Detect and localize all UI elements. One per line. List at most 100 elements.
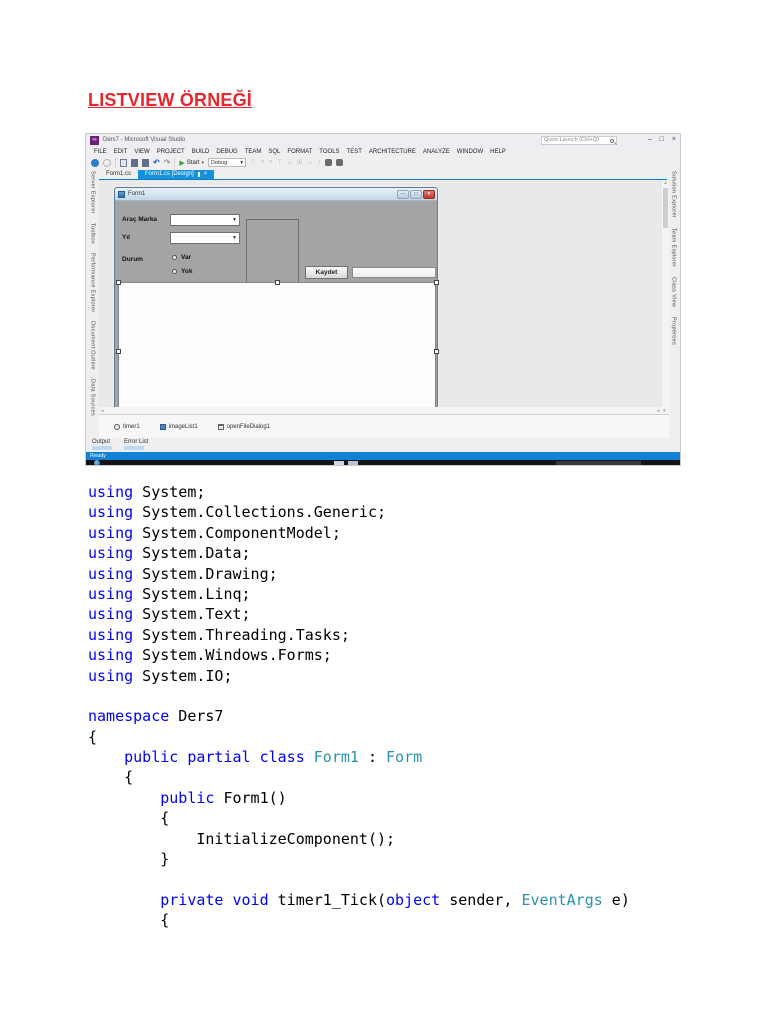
menu-view[interactable]: VIEW (134, 149, 149, 155)
start-debug-button[interactable]: ▶ Start ▾ (179, 159, 204, 167)
selection-handle[interactable] (116, 349, 121, 354)
new-file-icon[interactable] (120, 158, 127, 167)
vs-logo-icon: ∞ (90, 136, 99, 145)
menu-format[interactable]: FORMAT (287, 149, 312, 155)
code-segment: EventArgs (521, 890, 603, 909)
combobox-yil[interactable]: ▼ (170, 232, 240, 244)
code-segment: using (88, 564, 134, 583)
tab-close-icon[interactable]: × (204, 171, 208, 177)
radio-var[interactable]: Var (172, 254, 191, 261)
code-segment: { (88, 809, 170, 828)
menu-edit[interactable]: EDIT (114, 149, 128, 155)
sidebar-tab-server-explorer[interactable]: Server Explorer (90, 171, 96, 214)
selection-handle[interactable] (434, 280, 439, 285)
taskbar-tray-area (556, 461, 641, 465)
tray-item-timer1[interactable]: timer1 (114, 423, 140, 430)
page-title: LISTVIEW ÖRNEĞİ (88, 90, 253, 110)
menu-debug[interactable]: DEBUG (216, 149, 237, 155)
save-all-icon[interactable] (142, 158, 149, 167)
code-segment: public (160, 788, 215, 807)
textbox[interactable] (352, 267, 436, 278)
menu-team[interactable]: TEAM (245, 149, 262, 155)
menu-file[interactable]: FILE (94, 149, 107, 155)
solution-config-dropdown[interactable]: Debug ▾ (207, 158, 246, 167)
tray-item-openfiledialog1[interactable]: openFileDialog1 (217, 423, 270, 430)
link2-icon[interactable] (336, 159, 344, 166)
windows-taskbar (86, 460, 680, 465)
sidebar-tab-class-view[interactable]: Class View (671, 277, 677, 307)
tab-form1-cs[interactable]: Form1.cs (99, 170, 138, 179)
menu-architecture[interactable]: ARCHITECTURE (369, 149, 416, 155)
chevron-down-icon: ▼ (232, 217, 237, 223)
sidebar-tab-team-explorer[interactable]: Team Explorer (671, 228, 677, 267)
code-segment: using (88, 544, 134, 563)
panel-tab-output[interactable]: Output (92, 439, 112, 452)
maximize-button[interactable]: □ (660, 135, 664, 145)
taskbar-app-icon[interactable] (334, 461, 344, 465)
code-line: using System.Windows.Forms; (88, 645, 630, 665)
sidebar-tab-data-sources[interactable]: Data Sources (90, 379, 96, 416)
find-icon[interactable]: ⚐ (250, 158, 256, 167)
tray-item-imagelist1[interactable]: imageList1 (159, 423, 198, 430)
code-segment: timer1_Tick( (268, 890, 387, 909)
minimize-button[interactable]: – (648, 135, 652, 145)
vertical-spacing-icon: ↕ (317, 159, 322, 166)
panel-tab-error-list[interactable]: Error List (124, 439, 148, 452)
picturebox[interactable] (246, 219, 299, 283)
sidebar-tab-toolbox[interactable]: Toolbox (90, 223, 96, 244)
code-segment: Form1 (313, 748, 359, 767)
selection-handle[interactable] (116, 280, 121, 285)
sidebar-tab-document-outline[interactable]: Document Outline (90, 321, 96, 370)
tab-form1-cs-design[interactable]: Form1.cs [Design] × (138, 170, 215, 179)
code-segment: Form (386, 748, 423, 767)
menu-tools[interactable]: TOOLS (319, 149, 339, 155)
code-segment: namespace (88, 707, 170, 726)
chevron-down-icon: ▼ (232, 235, 237, 241)
menu-project[interactable]: PROJECT (157, 149, 185, 155)
code-segment: System.Data; (133, 544, 251, 563)
selection-handle[interactable] (275, 280, 280, 285)
listview[interactable] (118, 282, 436, 421)
menu-build[interactable]: BUILD (192, 149, 210, 155)
form-icon (118, 190, 125, 198)
redo-icon[interactable]: ↷ (164, 158, 171, 167)
code-segment: { (88, 727, 98, 746)
vs-titlebar: ∞ Ders7 - Microsoft Visual Studio Quick … (86, 134, 680, 147)
menu-sql[interactable]: SQL (268, 149, 280, 155)
start-orb-icon[interactable] (94, 460, 100, 465)
code-line: { (88, 910, 630, 930)
menu-help[interactable]: HELP (490, 149, 506, 155)
pin-icon[interactable] (197, 171, 200, 177)
sidebar-tab-properties[interactable]: Properties (671, 317, 677, 345)
kaydet-button[interactable]: Kaydet (305, 266, 348, 279)
align-bottom-icon: ⊥ (286, 159, 293, 166)
close-button[interactable]: × (672, 135, 676, 145)
save-icon[interactable] (131, 158, 138, 167)
code-segment: using (88, 503, 134, 522)
code-line: using System.IO; (88, 666, 630, 686)
designer-horizontal-scrollbar[interactable]: ◂ ▸ (99, 407, 662, 414)
sidebar-tab-performance-explorer[interactable]: Performance Explorer (90, 253, 96, 313)
undo-icon[interactable]: ↶ (153, 158, 160, 167)
quick-launch-input[interactable]: Quick Launch (Ctrl+Q) (541, 136, 617, 145)
taskbar-app-icon[interactable] (348, 461, 358, 465)
navigate-forward-icon[interactable] (103, 158, 111, 167)
combobox-arac-marka[interactable]: ▼ (170, 214, 240, 226)
link-icon[interactable] (325, 159, 333, 166)
selection-handle[interactable] (434, 349, 439, 354)
left-panel-strip: Server Explorer Toolbox Performance Explor… (86, 169, 99, 416)
radio-yok[interactable]: Yok (172, 268, 192, 275)
sidebar-tab-solution-explorer[interactable]: Solution Explorer (671, 171, 677, 218)
designed-form-window[interactable]: Form1 — □ × Araç Marka ▼ Yıl ▼ Durum Var… (114, 187, 439, 424)
navigate-back-icon[interactable] (91, 158, 99, 167)
menu-test[interactable]: TEST (347, 149, 362, 155)
code-line: { (88, 727, 630, 747)
menu-analyze[interactable]: ANALYZE (423, 149, 450, 155)
openfiledialog-icon (217, 423, 224, 430)
code-line: { (88, 808, 630, 828)
designer-vertical-scrollbar[interactable]: ▴ ▾ (662, 180, 669, 414)
form-maximize-button: □ (410, 190, 422, 199)
code-segment: using (88, 666, 134, 685)
menu-window[interactable]: WINDOW (457, 149, 483, 155)
